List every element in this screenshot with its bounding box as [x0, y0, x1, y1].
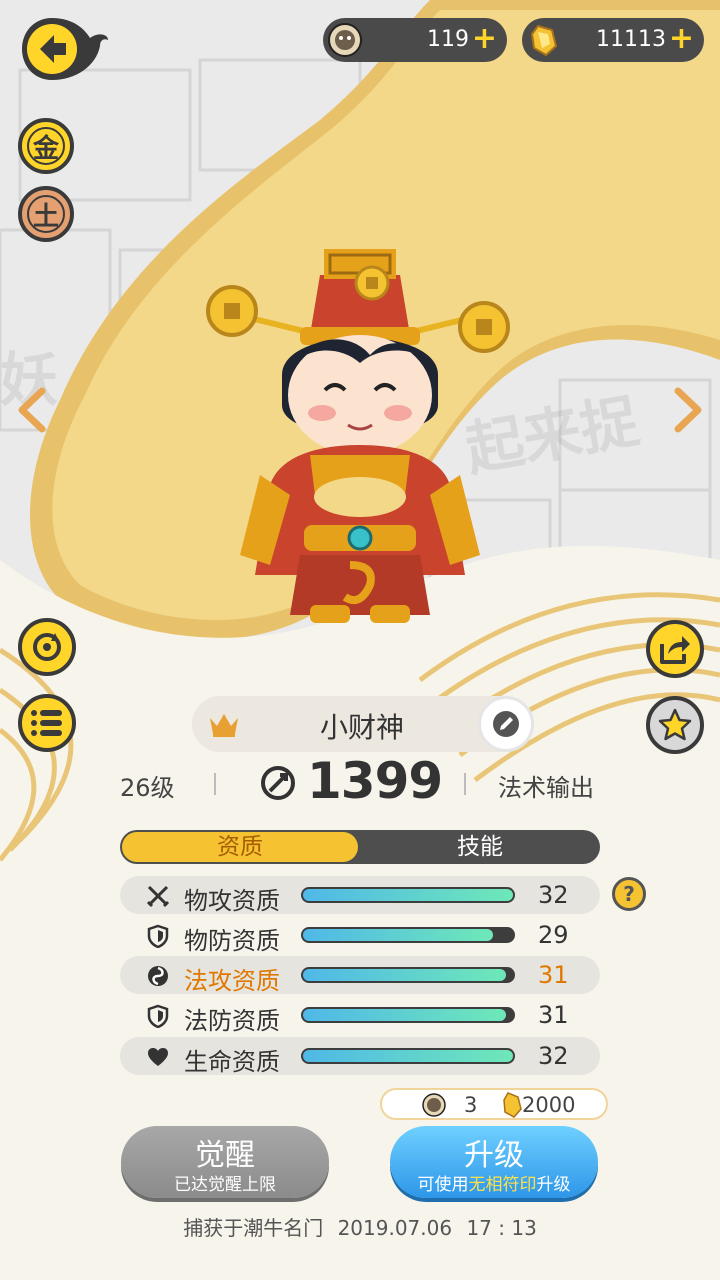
swirl-magic-icon	[148, 966, 168, 986]
reset-pet-button[interactable]	[18, 618, 76, 676]
tab-skills[interactable]: 技能	[360, 830, 600, 864]
upgrade-sub-suffix: 升级	[536, 1175, 571, 1195]
aptitude-bar	[301, 927, 515, 943]
aptitude-row: 物攻资质 32	[120, 876, 600, 915]
rename-button[interactable]	[478, 696, 534, 752]
aptitude-value: 31	[538, 1001, 569, 1029]
awaken-button[interactable]: 觉醒 已达觉醒上限	[121, 1126, 329, 1198]
aptitude-label: 物攻资质	[184, 887, 280, 915]
aptitude-value: 32	[538, 1042, 569, 1070]
pet-level: 26级	[120, 774, 175, 802]
cost-gem-value: 2000	[522, 1093, 576, 1117]
background-art: 起来捉 妖	[0, 0, 720, 1280]
element-gold-label: 金	[27, 127, 65, 165]
aptitude-label: 生命资质	[184, 1048, 280, 1076]
share-button[interactable]	[646, 620, 704, 678]
refresh-icon	[33, 633, 61, 661]
awaken-subtitle: 已达觉醒上限	[174, 1175, 276, 1195]
upgrade-button[interactable]: 升级 可使用无相符印升级	[390, 1126, 598, 1198]
back-arrow-icon	[22, 18, 108, 80]
aptitude-row: 物防资质 29	[120, 916, 600, 955]
aptitude-row: 生命资质 32	[120, 1037, 600, 1076]
element-gold-badge[interactable]: 金	[18, 118, 74, 174]
upgrade-item-name: 无相符印	[468, 1175, 537, 1195]
aptitude-bar-fill	[303, 929, 493, 941]
crown-icon	[210, 714, 238, 737]
pet-role: 法术输出	[498, 774, 594, 802]
aptitude-label: 法防资质	[184, 1007, 280, 1035]
aptitude-bar	[301, 887, 515, 903]
combat-power-icon	[261, 766, 295, 800]
add-gem-button[interactable]: +	[669, 21, 694, 57]
spirit-coin-icon	[422, 1093, 446, 1117]
tab-aptitude[interactable]: 资质	[122, 832, 358, 862]
element-earth-badge[interactable]: 土	[18, 186, 74, 242]
element-earth-label: 土	[27, 195, 65, 233]
background: 起来捉 妖	[0, 0, 720, 1280]
pet-name-bar: 小财神	[192, 696, 534, 752]
next-pet-arrow-icon[interactable]	[668, 385, 708, 435]
pencil-icon	[493, 711, 519, 737]
pet-list-button[interactable]	[18, 694, 76, 752]
favorite-button[interactable]	[646, 696, 704, 754]
aptitude-bar-fill	[303, 969, 506, 981]
capture-time: 17 : 13	[466, 1216, 537, 1240]
list-icon	[31, 710, 62, 736]
coin-value: 119	[427, 27, 469, 52]
aptitude-label: 法攻资质	[184, 967, 280, 995]
aptitude-bar-fill	[303, 1050, 513, 1062]
star-icon	[658, 708, 692, 741]
pet-character-image[interactable]	[200, 235, 520, 635]
upgrade-subtitle: 可使用无相符印升级	[390, 1170, 598, 1195]
awaken-title: 觉醒	[195, 1138, 255, 1173]
aptitude-bar	[301, 967, 515, 983]
upgrade-title: 升级	[464, 1138, 524, 1173]
crossed-swords-icon	[146, 885, 170, 908]
aptitude-row: 法防资质 31	[120, 996, 600, 1035]
divider	[214, 773, 216, 795]
aptitude-bar	[301, 1007, 515, 1023]
aptitude-bar	[301, 1048, 515, 1064]
gem-value: 11113	[596, 27, 666, 52]
detail-tabs: 资质 技能	[120, 830, 600, 864]
back-button[interactable]	[18, 14, 110, 84]
capture-date: 2019.07.06	[337, 1216, 453, 1240]
gem-currency: 11113 +	[522, 18, 704, 62]
capture-location: 捕获于潮牛名门	[183, 1216, 324, 1240]
capture-info: 捕获于潮牛名门 2019.07.06 17 : 13	[0, 1212, 720, 1241]
aptitude-value: 31	[538, 961, 569, 989]
gold-ingot-icon	[503, 1092, 522, 1118]
share-icon	[660, 636, 690, 664]
shield-icon	[147, 1004, 169, 1028]
aptitude-value: 32	[538, 881, 569, 909]
upgrade-sub-prefix: 可使用	[417, 1175, 469, 1195]
pet-name: 小财神	[319, 711, 404, 744]
previous-pet-arrow-icon[interactable]	[12, 385, 52, 435]
shield-icon	[147, 924, 169, 948]
aptitude-bar-fill	[303, 1009, 506, 1021]
coin-currency: 119 +	[323, 18, 507, 62]
heart-icon	[148, 1048, 168, 1066]
combat-power-value: 1399	[307, 752, 443, 810]
aptitude-bar-fill	[303, 889, 513, 901]
aptitude-row: 法攻资质 31	[120, 956, 600, 995]
spirit-coin-icon	[328, 23, 362, 57]
divider	[464, 773, 466, 795]
gold-ingot-icon	[530, 24, 558, 57]
cost-coin-value: 3	[464, 1093, 478, 1117]
add-coin-button[interactable]: +	[472, 21, 497, 57]
aptitude-value: 29	[538, 921, 569, 949]
help-button[interactable]: ?	[612, 877, 646, 911]
aptitude-label: 物防资质	[184, 927, 280, 955]
upgrade-cost: 3 2000	[380, 1088, 608, 1120]
